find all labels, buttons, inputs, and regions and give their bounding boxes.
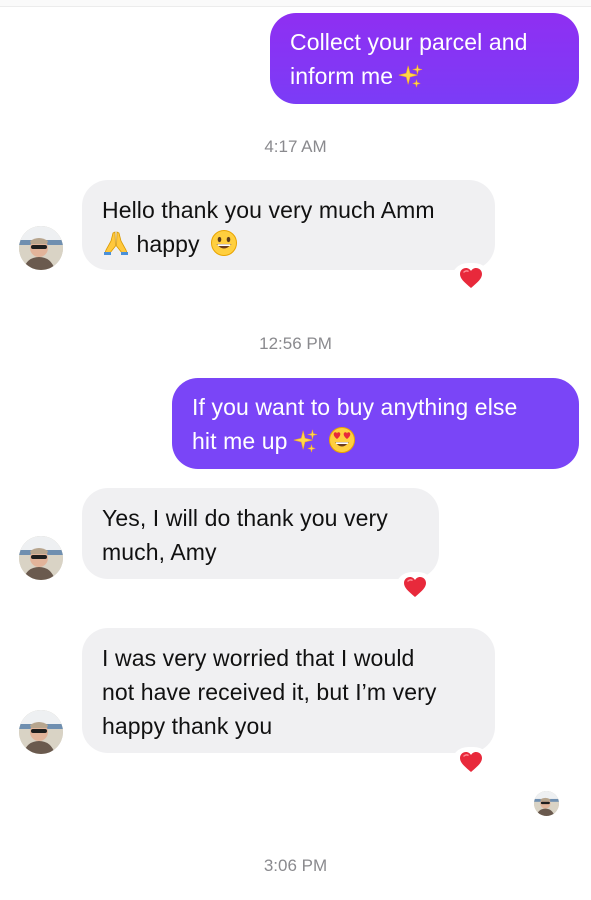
heart-icon [459,751,483,778]
heart-icon [403,576,427,603]
contact-avatar[interactable] [19,536,63,580]
heart-reaction[interactable] [453,265,489,295]
folded-hands-icon [102,229,130,257]
outgoing-message-bubble[interactable]: If you want to buy anything else hit me … [172,378,579,469]
outgoing-message-bubble[interactable]: Collect your parcel and inform me [270,13,579,104]
message-text-line2: happy [130,231,200,257]
timestamp: 3:06 PM [263,856,328,875]
incoming-message-bubble[interactable]: I was very worried that I would not have… [82,628,495,753]
heart-eyes-face-icon [328,426,356,454]
timestamp: 4:17 AM [264,137,327,156]
contact-avatar[interactable] [19,710,63,754]
heart-reaction[interactable] [453,749,489,779]
message-text: I was very worried that I would not have… [102,645,437,739]
contact-avatar[interactable] [19,226,63,270]
message-text: Yes, I will do thank you very much, Amy [102,505,388,565]
sparkles-icon [397,63,423,89]
incoming-message-bubble[interactable]: Hello thank you very much Amm happy [82,180,495,270]
incoming-message-bubble[interactable]: Yes, I will do thank you very much, Amy [82,488,439,579]
top-divider [0,0,591,7]
grinning-face-icon [210,229,238,257]
timestamp: 12:56 PM [259,334,332,353]
heart-icon [459,267,483,294]
read-receipt-avatar [534,791,559,816]
sparkles-icon [292,428,318,454]
message-text: Hello thank you very much Amm [102,197,435,223]
heart-reaction[interactable] [397,574,433,604]
